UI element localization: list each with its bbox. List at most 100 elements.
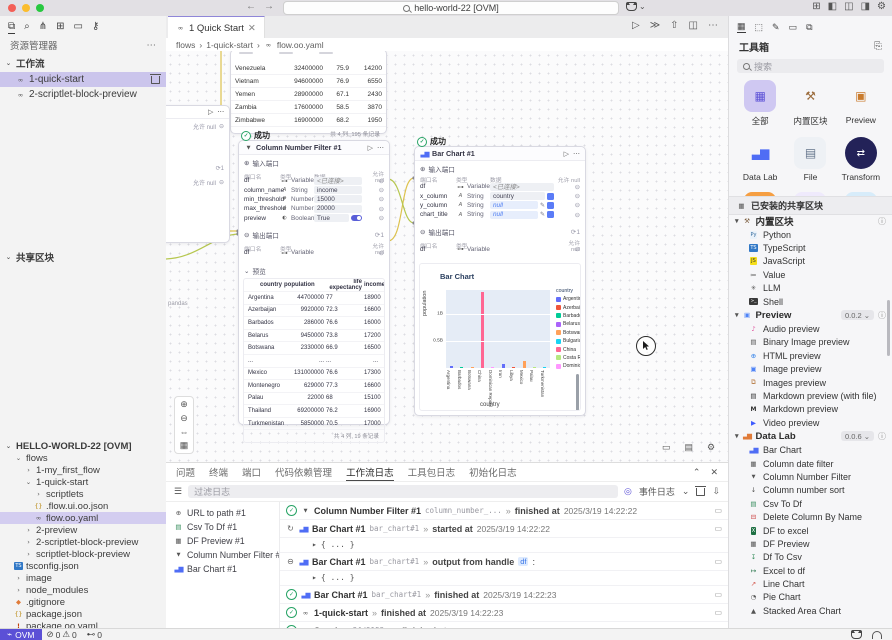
block-item[interactable]: TypeScript (729, 241, 892, 254)
breadcrumb-item[interactable]: 1-quick-start (206, 40, 253, 50)
null-toggle-icon[interactable]: ⊖ (575, 192, 580, 200)
section-shared-blocks[interactable]: 共享区块 (0, 248, 166, 266)
panel-bottom-icon[interactable]: ◫ (844, 1, 853, 12)
file-icon[interactable]: ⧉ (806, 22, 812, 33)
block-item[interactable]: Stacked Area Chart (729, 604, 892, 617)
panel-right-icon[interactable]: ◨ (861, 1, 870, 12)
null-toggle-icon[interactable]: ⊖ (575, 211, 580, 219)
panel-tab[interactable]: 端口 (242, 465, 261, 479)
tree-item[interactable]: node_modules (0, 584, 166, 596)
node-header[interactable]: Bar Chart #1 ▷⋯ (415, 147, 585, 161)
fit-width-icon[interactable]: ⇔ (180, 427, 189, 437)
panel-tab[interactable]: 工具包日志 (408, 465, 456, 479)
chevron-down-icon[interactable]: ⌄ (682, 486, 690, 497)
section-workflows[interactable]: 工作流 (0, 54, 166, 72)
block-item[interactable]: Shell (729, 295, 892, 308)
log-row[interactable]: Bar Chart #1 bar_chart#1 » started at 20… (280, 520, 728, 538)
toolbox-scrollbar[interactable] (887, 300, 890, 356)
fit-view-icon[interactable]: ▦ (180, 440, 189, 451)
log-row[interactable]: Column Number Filter #1 column_number_..… (280, 502, 728, 520)
clear-logs-icon[interactable] (696, 488, 705, 496)
edit-icon[interactable]: ✎ (540, 211, 545, 218)
run-node-icon[interactable]: ▷ (564, 150, 569, 158)
tree-item[interactable]: 1-my_first_flow (0, 464, 166, 476)
block-group-header[interactable]: ▾ Data Lab 0.0.6⌄ ⓘ (729, 429, 892, 443)
log-row[interactable]: 1-quick-start » finished at 2025/3/19 14… (280, 604, 728, 622)
customize-layout-icon[interactable]: ⊞ (812, 1, 820, 12)
close-window-button[interactable] (8, 4, 16, 12)
version-dropdown[interactable]: 0.0.6⌄ (841, 431, 874, 441)
port-value-field[interactable]: 20000 (314, 205, 362, 213)
command-center-search[interactable]: hello-world-22 [OVM] (283, 1, 619, 15)
boolean-toggle[interactable] (351, 215, 362, 221)
maximize-window-button[interactable] (36, 4, 44, 12)
folder-icon[interactable]: ▭ (74, 21, 83, 33)
toolbox-category-card[interactable]: 内置区块 (785, 80, 835, 127)
cut-off-node[interactable]: ▷⋯ 允许 null⊖ ⟳1 允许 null⊖ (166, 105, 230, 243)
bound-value-icon[interactable] (547, 211, 554, 218)
null-toggle-icon[interactable]: ⊖ (575, 183, 580, 191)
split-editor-icon[interactable]: ◫ (689, 20, 698, 31)
open-in-editor-icon[interactable]: ⎘ (874, 41, 882, 52)
more-actions-icon[interactable]: ⋯ (377, 144, 384, 152)
toolbox-category-card[interactable]: 全部 (735, 80, 785, 127)
null-toggle-icon[interactable]: ⊖ (379, 177, 384, 185)
toolbox-category-card[interactable]: Preview (836, 80, 886, 127)
workflow-item[interactable]: 1-quick-start (0, 72, 166, 87)
bound-value-icon[interactable] (547, 202, 554, 209)
block-item[interactable]: Value (729, 268, 892, 281)
block-item[interactable]: Markdown preview (with file) (729, 389, 892, 402)
block-item[interactable]: Bar Chart (729, 443, 892, 456)
log-node-item[interactable]: DF Preview #1 (166, 534, 279, 548)
tab-quick-start[interactable]: 1 Quick Start ✕ (168, 16, 265, 39)
toolbox-search-input[interactable]: 搜索 (737, 59, 884, 73)
info-icon[interactable]: ⓘ (878, 310, 886, 321)
toolbox-category-card[interactable]: Data Lab (735, 137, 785, 182)
tree-item[interactable]: tsconfig.json (0, 560, 166, 572)
box-icon[interactable]: ⬚ (755, 22, 764, 33)
export-logs-icon[interactable]: ⇩ (712, 486, 720, 497)
block-item[interactable]: Pie Chart (729, 591, 892, 604)
minimize-window-button[interactable] (22, 4, 30, 12)
port-value-field[interactable]: income (314, 186, 362, 194)
port-value-field[interactable]: country (490, 192, 545, 200)
zoom-out-icon[interactable]: ⊖ (180, 413, 188, 424)
settings-gear-icon[interactable]: ⚙ (877, 1, 886, 12)
node-header[interactable]: Column Number Filter #1 ▷⋯ (239, 141, 389, 155)
back-icon[interactable]: ← (246, 1, 256, 12)
workflow-item[interactable]: 2-scriptlet-block-preview (0, 87, 166, 102)
collapse-panel-icon[interactable]: ⌃ (693, 467, 701, 478)
copilot-status-icon[interactable] (851, 630, 862, 639)
expand-caret-icon[interactable]: ▸ (312, 540, 317, 549)
edit-icon[interactable]: ✎ (540, 202, 545, 209)
log-node-item[interactable]: URL to path #1 (166, 506, 279, 520)
source-control-icon[interactable]: ⋔ (39, 21, 47, 33)
filter-list-icon[interactable]: ☰ (174, 486, 182, 497)
run-all-icon[interactable]: ≫ (650, 20, 660, 31)
null-toggle-icon[interactable]: ⊖ (575, 201, 580, 209)
block-item[interactable]: Df To Csv (729, 551, 892, 564)
block-item[interactable]: Binary Image preview (729, 336, 892, 349)
event-log-dropdown[interactable]: 事件日志 (639, 485, 675, 498)
null-toggle-icon[interactable]: ⊖ (379, 249, 384, 257)
block-group-header[interactable]: ▾ 内置区块 ⓘ (729, 214, 892, 228)
tree-item[interactable]: .flow.ui.oo.json (0, 500, 166, 512)
bound-value-icon[interactable] (547, 193, 554, 200)
tree-item[interactable]: 2-scriptlet-block-preview (0, 536, 166, 548)
null-toggle-icon[interactable]: ⊖ (575, 245, 580, 253)
canvas-settings-icon[interactable]: ⚙ (707, 442, 715, 453)
chat-icon[interactable]: ▭ (789, 22, 798, 33)
tree-item[interactable]: package.json (0, 608, 166, 620)
block-item[interactable]: Column number sort (729, 484, 892, 497)
panel-left-icon[interactable]: ◧ (828, 1, 837, 12)
block-item[interactable]: Excel to df (729, 564, 892, 577)
extensions-icon[interactable]: ⊞ (56, 21, 64, 33)
tree-item[interactable]: scriptlet-block-preview (0, 548, 166, 560)
blocks-icon[interactable]: ▦ (737, 21, 746, 33)
run-node-icon[interactable]: ▷ (208, 108, 213, 116)
log-expand-row[interactable]: ▸ { ... } (280, 538, 728, 553)
copilot-menu[interactable]: ⌄ (626, 2, 646, 11)
trash-icon[interactable] (151, 76, 160, 84)
block-item[interactable]: Column date filter (729, 457, 892, 470)
port-value-field[interactable]: <已连接> (314, 177, 362, 185)
